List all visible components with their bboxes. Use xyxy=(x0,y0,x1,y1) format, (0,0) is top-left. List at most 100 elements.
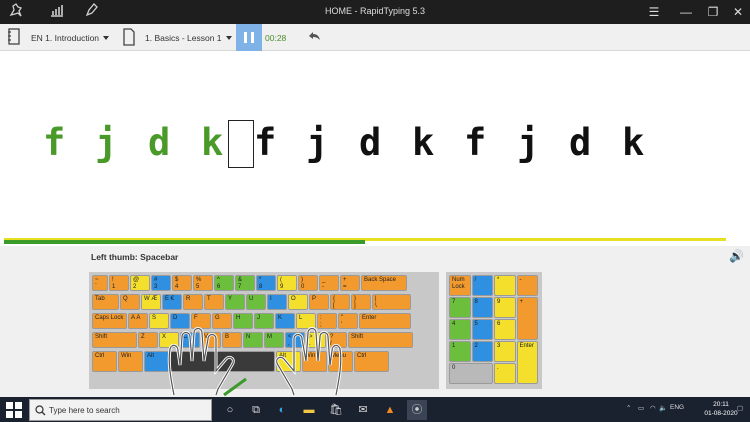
keyboard-key: ^ 6 xyxy=(214,275,234,291)
pending-char: j xyxy=(517,121,540,164)
mail-icon[interactable]: ✉ xyxy=(353,400,373,420)
lesson-progress-fill xyxy=(4,240,365,244)
course-dropdown[interactable]: EN 1. Introduction xyxy=(31,29,110,47)
keyboard-key: & 7 xyxy=(235,275,255,291)
menu-icon[interactable]: ☰ xyxy=(640,0,668,24)
lesson-toolbar: EN 1. Introduction 1. Basics - Lesson 1 xyxy=(0,24,750,51)
keyboard-key: $ 4 xyxy=(172,275,192,291)
keyboard-key: R xyxy=(183,294,203,310)
close-button[interactable]: ✕ xyxy=(724,0,750,24)
pending-char: k xyxy=(622,121,645,164)
keyboard-key: W Æ xyxy=(141,294,161,310)
keyboard-key: Ctrl xyxy=(92,351,117,372)
keyboard-key: O xyxy=(288,294,308,310)
keyboard-key: Enter xyxy=(359,313,411,329)
network-icon[interactable]: ▭ xyxy=(638,404,644,412)
minimize-button[interactable]: — xyxy=(672,0,700,24)
undo-icon[interactable] xyxy=(306,28,322,46)
notifications-icon[interactable]: ▢ xyxy=(737,404,743,412)
numpad-key: 9 xyxy=(494,297,516,318)
window-title: HOME - RapidTyping 5.3 xyxy=(324,6,426,16)
course-label: EN 1. Introduction xyxy=(31,33,100,43)
keyboard-key: Tab xyxy=(92,294,119,310)
keyboard-key: Back Space xyxy=(361,275,407,291)
keyboard-key: U xyxy=(246,294,266,310)
keyboard-key: Ctrl xyxy=(354,351,389,372)
maximize-button[interactable]: ❐ xyxy=(699,0,727,24)
taskbar-search-box[interactable]: Type here to search xyxy=(29,399,212,421)
numpad-key: + xyxy=(516,297,538,340)
keyboard-key: % 5 xyxy=(193,275,213,291)
numpad-key: 4 xyxy=(449,319,471,340)
typed-char: k xyxy=(201,121,224,164)
pause-button[interactable] xyxy=(236,24,262,51)
numpad-key: 1 xyxy=(449,341,471,362)
numpad-key: - xyxy=(516,275,538,296)
keyboard-key: ! 1 xyxy=(109,275,129,291)
keyboard-key: # 3 xyxy=(151,275,171,291)
keyboard-key: I xyxy=(267,294,287,310)
lesson-document-icon xyxy=(122,28,136,46)
numpad-key: / xyxy=(471,275,493,296)
file-explorer-icon[interactable]: ▬ xyxy=(299,400,319,420)
typed-char: j xyxy=(95,121,118,164)
lesson-label: 1. Basics - Lesson 1 xyxy=(145,33,222,43)
keyboard-key: E € xyxy=(162,294,182,310)
keyboard-key: | \ xyxy=(372,294,411,310)
keyboard-key: Win xyxy=(118,351,143,372)
numpad-key: Enter xyxy=(516,341,538,384)
speaker-icon[interactable]: 🔊 xyxy=(729,249,744,263)
keyboard-key: A Á xyxy=(128,313,148,329)
keyboard-key: @ 2 xyxy=(130,275,150,291)
keyboard-key: Z xyxy=(138,332,158,348)
numpad-key: 7 xyxy=(449,297,471,318)
typing-cursor xyxy=(228,120,254,168)
pending-char: f xyxy=(254,121,277,164)
pause-icon xyxy=(244,32,247,43)
keyboard-key: T xyxy=(204,294,224,310)
task-view-icon[interactable]: ⧉ xyxy=(246,400,266,420)
lesson-timer: 00:28 xyxy=(265,33,287,43)
rapidtyping-taskbar-icon[interactable]: ⦿ xyxy=(407,400,427,420)
pending-char: d xyxy=(569,121,592,164)
chevron-down-icon xyxy=(103,36,110,40)
wifi-icon[interactable]: ◠ xyxy=(650,404,656,412)
title-bar: HOME - RapidTyping 5.3 ☰ — ❐ ✕ xyxy=(0,0,750,24)
numpad-key: 3 xyxy=(494,341,516,362)
keyboard-key: Q xyxy=(120,294,140,310)
tray-overflow-icon[interactable]: ⌃ xyxy=(626,404,631,412)
store-icon[interactable]: 🛍 xyxy=(326,400,346,420)
keyboard-key: ~ ` xyxy=(92,275,108,291)
typed-char: f xyxy=(43,121,66,164)
keyboard-key: Caps Lock xyxy=(92,313,127,329)
chevron-down-icon xyxy=(225,36,232,40)
keyboard-key: ) 0 xyxy=(298,275,318,291)
edge-browser-icon[interactable]: ◐ xyxy=(272,400,292,420)
numpad-key: Num Lock xyxy=(449,275,471,296)
windows-start-icon[interactable] xyxy=(6,402,22,418)
hands-overlay xyxy=(167,327,343,397)
finger-hint: Left thumb: Spacebar xyxy=(91,252,179,262)
keyboard-key: ( 9 xyxy=(277,275,297,291)
numpad-key: 0 xyxy=(449,363,493,384)
language-indicator[interactable]: ENG xyxy=(670,404,684,411)
pause-icon xyxy=(251,32,254,43)
numpad-key: 8 xyxy=(471,297,493,318)
pending-char: d xyxy=(359,121,382,164)
numpad-key: 6 xyxy=(494,319,516,340)
pending-char: j xyxy=(306,121,329,164)
numpad-key: . xyxy=(494,363,516,384)
search-placeholder: Type here to search xyxy=(49,406,120,415)
volume-icon[interactable]: 🔈 xyxy=(659,404,667,412)
virtual-numpad: Num Lock / * - 7 8 9 +4 5 6 1 2 3 Enter 0. xyxy=(446,272,542,389)
numpad-key: * xyxy=(494,275,516,296)
vlc-icon[interactable]: ▲ xyxy=(380,400,400,420)
keyboard-key: P xyxy=(309,294,329,310)
keyboard-key: Shift xyxy=(348,332,413,348)
cortana-icon[interactable]: ○ xyxy=(220,400,240,420)
keyboard-key: + = xyxy=(340,275,360,291)
pending-char: k xyxy=(412,121,435,164)
numpad-key: 5 xyxy=(471,319,493,340)
lesson-dropdown[interactable]: 1. Basics - Lesson 1 xyxy=(145,29,232,47)
keyboard-key: { [ xyxy=(330,294,350,310)
